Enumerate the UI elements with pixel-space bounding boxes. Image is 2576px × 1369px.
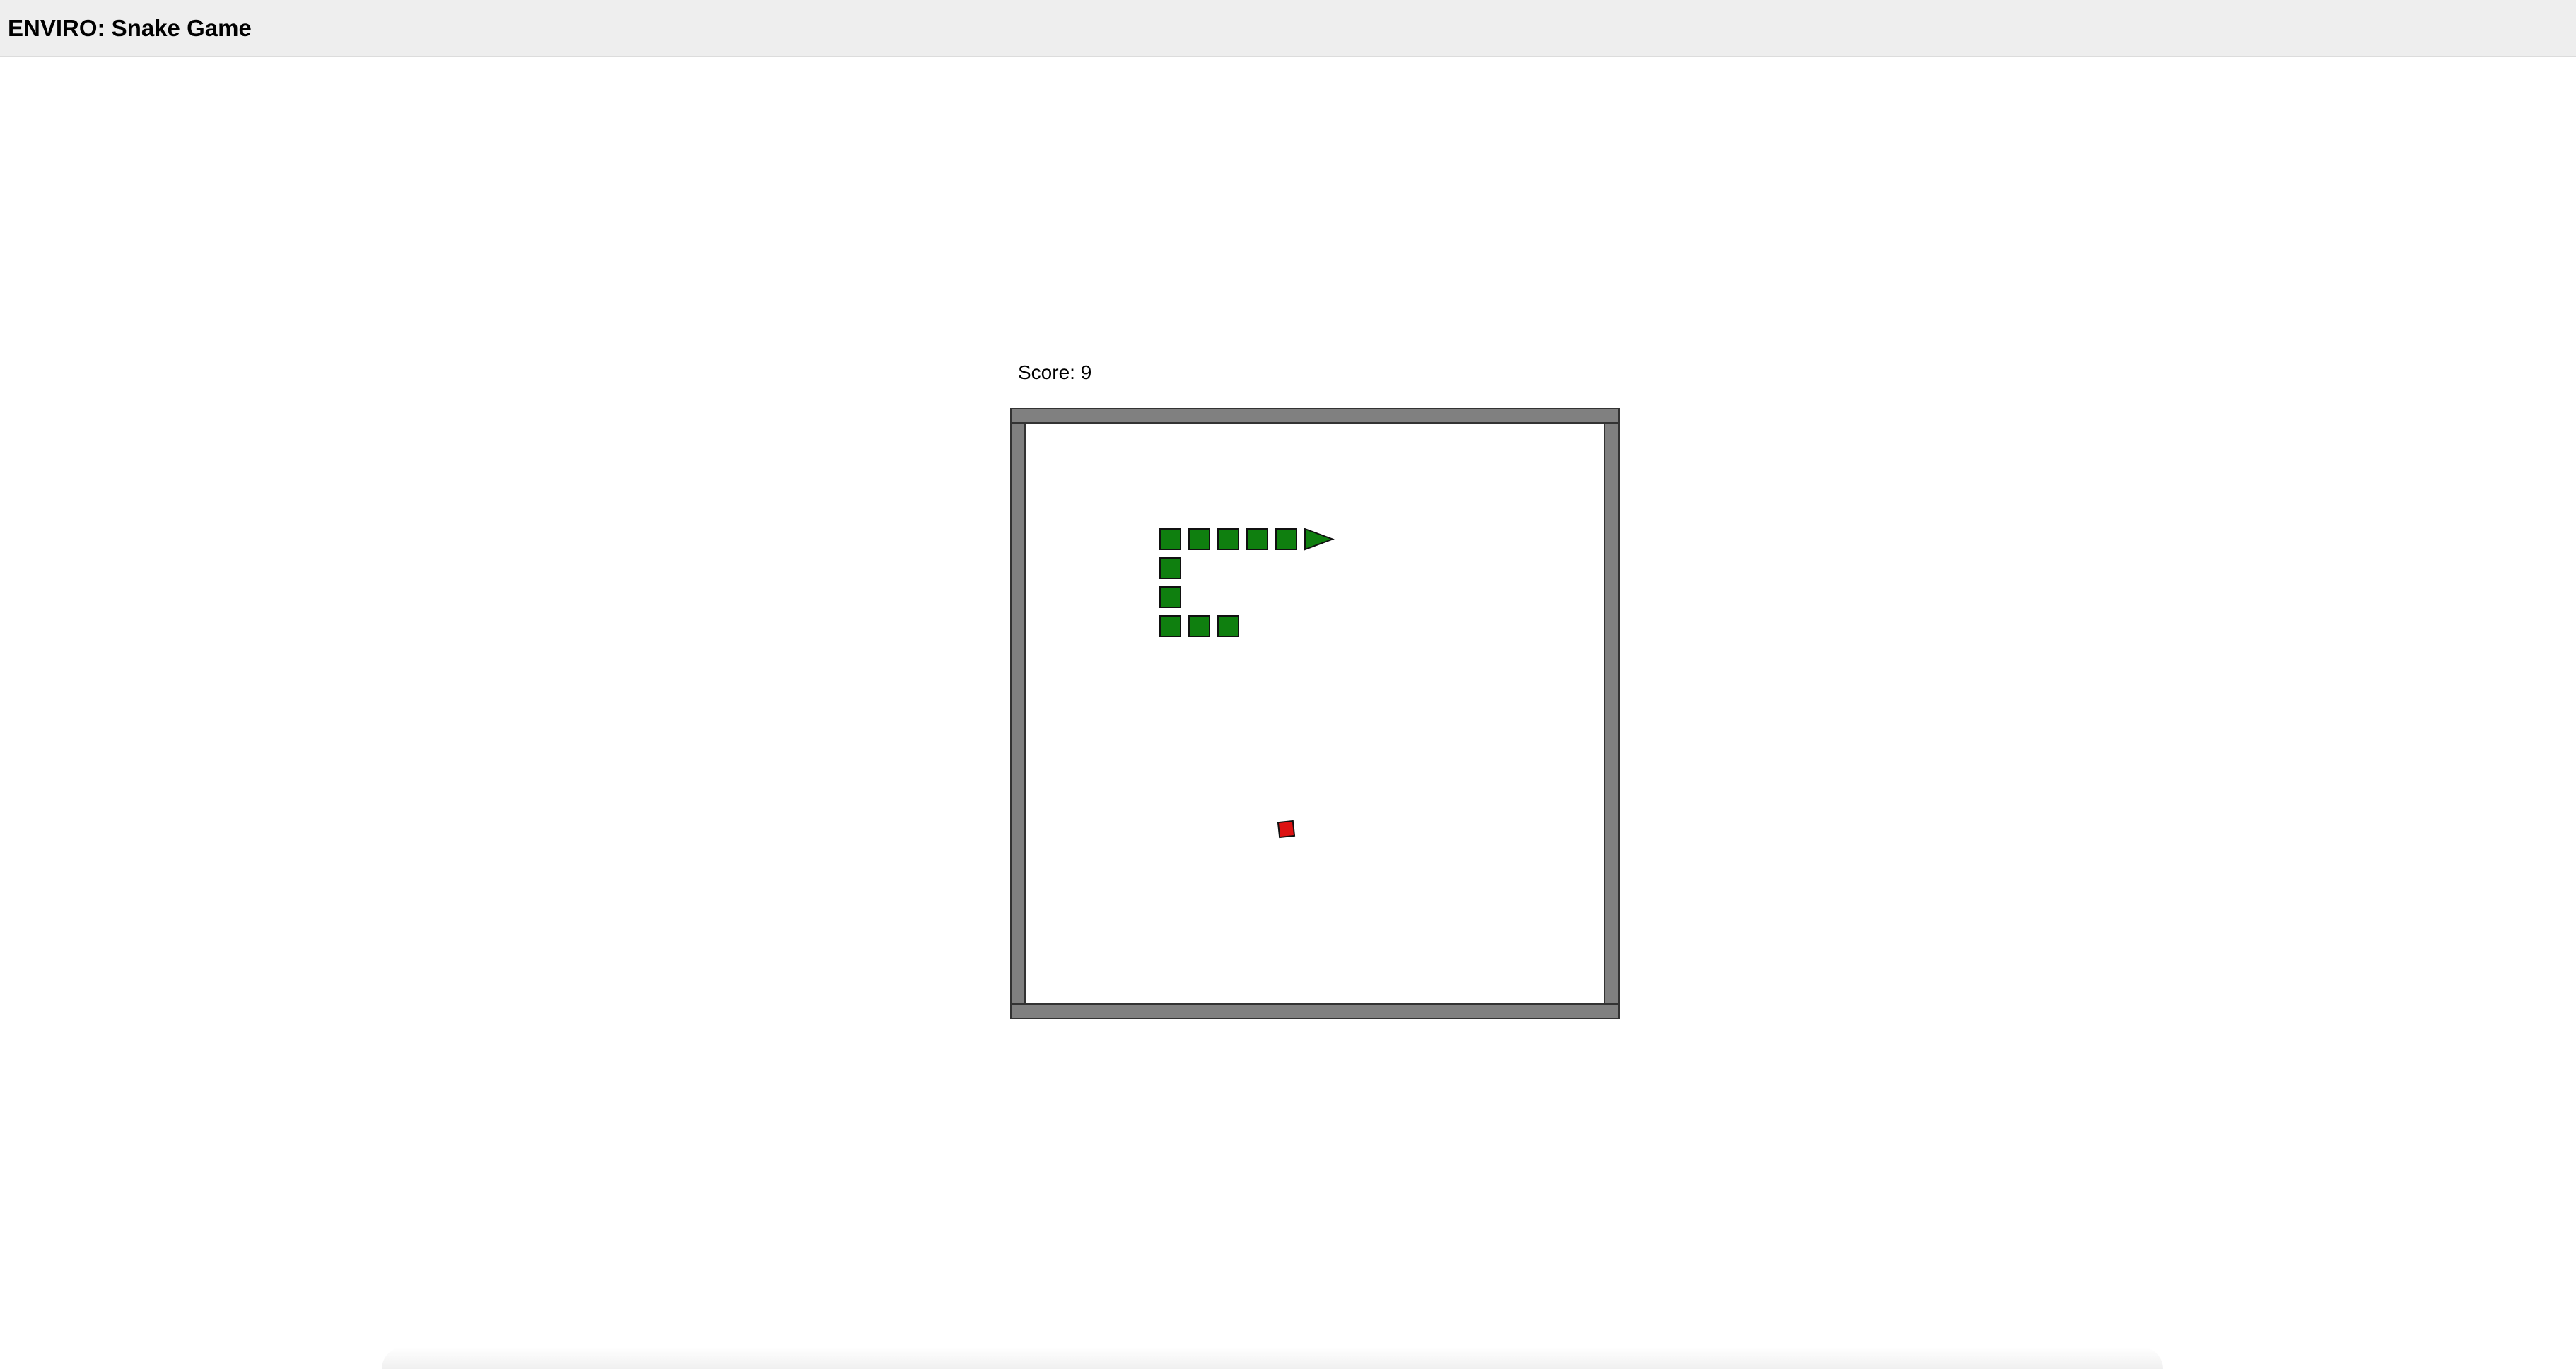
game-board[interactable] [1010, 408, 1620, 1019]
food-layer [1277, 820, 1296, 839]
snake-segment [1159, 557, 1181, 579]
snake-segment [1246, 528, 1268, 550]
food-item [1277, 820, 1296, 839]
snake-segment [1275, 528, 1297, 550]
title-bar: ENVIRO: Snake Game [0, 0, 2576, 57]
wall-right [1604, 422, 1620, 1005]
bottom-shadow [382, 1347, 2163, 1369]
snake-segment [1159, 615, 1181, 637]
app-title: ENVIRO: Snake Game [8, 15, 252, 41]
wall-left [1010, 422, 1026, 1005]
snake-segment [1217, 528, 1239, 550]
snake-segment [1159, 586, 1181, 608]
board-floor [1010, 408, 1620, 1019]
wall-bottom [1010, 1003, 1620, 1019]
snake-segment [1217, 615, 1239, 637]
snake-segment [1188, 615, 1210, 637]
snake-segment [1188, 528, 1210, 550]
score-label: Score: 9 [1018, 361, 1092, 383]
snake-segment [1159, 528, 1181, 550]
wall-top [1010, 408, 1620, 424]
